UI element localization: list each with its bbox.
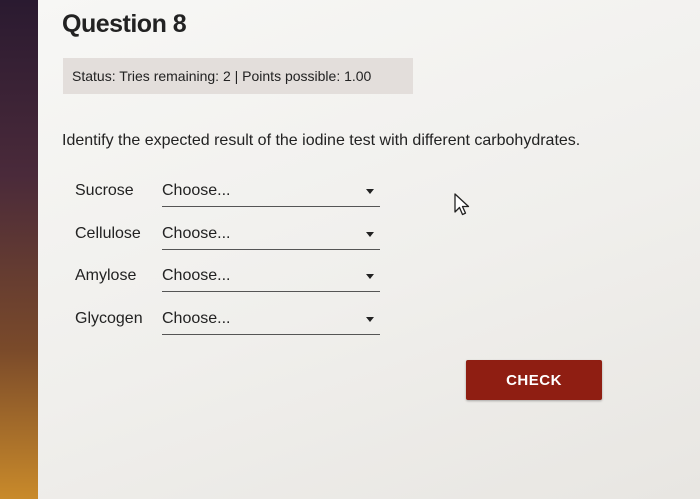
caret-down-icon (366, 317, 374, 322)
status-text: Status: Tries remaining: 2 | Points poss… (72, 68, 372, 84)
answer-row-cellulose: Cellulose Choose... (75, 225, 385, 261)
mouse-pointer-icon (454, 193, 470, 216)
question-panel: Question 8 Status: Tries remaining: 2 | … (38, 0, 700, 499)
row-label: Amylose (75, 267, 137, 284)
row-label: Glycogen (75, 310, 143, 327)
caret-down-icon (366, 274, 374, 279)
answer-row-amylose: Amylose Choose... (75, 267, 385, 303)
select-value: Choose... (162, 310, 231, 327)
glycogen-select[interactable]: Choose... (162, 308, 380, 335)
answer-row-glycogen: Glycogen Choose... (75, 310, 385, 346)
row-label: Cellulose (75, 225, 141, 242)
select-value: Choose... (162, 225, 231, 242)
status-bar: Status: Tries remaining: 2 | Points poss… (63, 58, 413, 94)
question-prompt: Identify the expected result of the iodi… (62, 132, 581, 149)
cellulose-select[interactable]: Choose... (162, 223, 380, 250)
caret-down-icon (366, 189, 374, 194)
left-edge-decoration (0, 0, 38, 499)
row-label: Sucrose (75, 182, 134, 199)
amylose-select[interactable]: Choose... (162, 265, 380, 292)
check-button[interactable]: CHECK (466, 360, 602, 400)
answer-row-sucrose: Sucrose Choose... (75, 182, 385, 218)
select-value: Choose... (162, 267, 231, 284)
caret-down-icon (366, 232, 374, 237)
question-title: Question 8 (62, 10, 187, 38)
select-value: Choose... (162, 182, 231, 199)
sucrose-select[interactable]: Choose... (162, 180, 380, 207)
